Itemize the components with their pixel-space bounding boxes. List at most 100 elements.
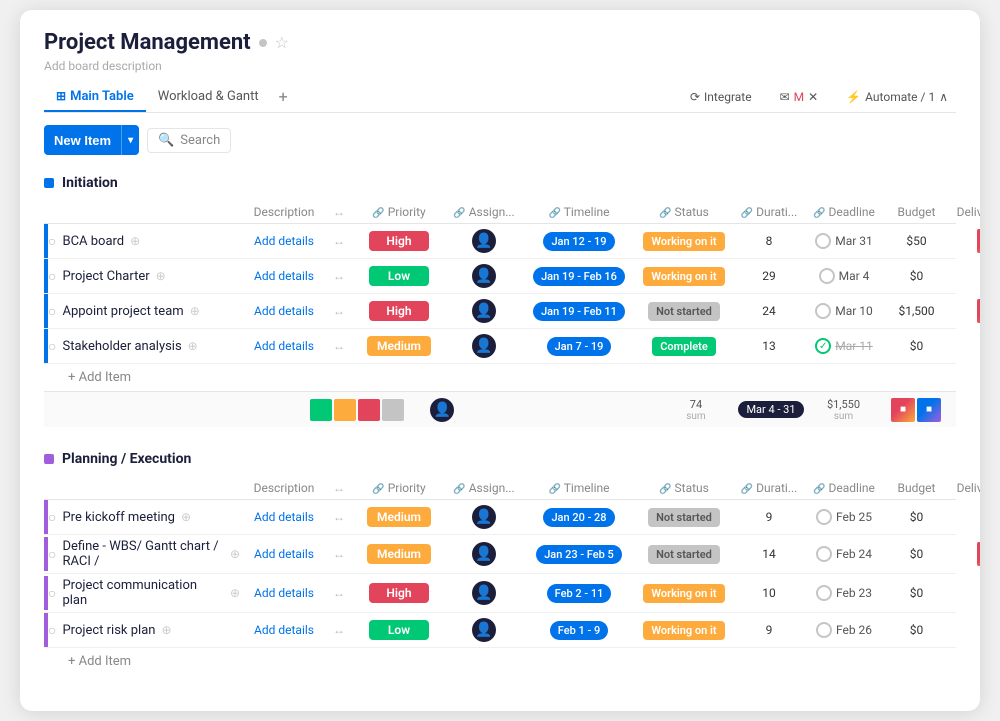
star-icon[interactable]: ☆ — [275, 33, 289, 52]
row-timeline[interactable]: Jan 12 - 19 — [524, 229, 634, 254]
row-timeline[interactable]: Jan 20 - 28 — [524, 505, 634, 530]
row-status[interactable]: Not started — [634, 299, 734, 324]
row-desc[interactable]: Add details — [244, 336, 324, 356]
row-status[interactable]: Working on it — [634, 581, 734, 606]
row-name: Project Charter — [62, 269, 149, 284]
add-board-desc[interactable]: Add board description — [44, 59, 956, 73]
row-priority[interactable]: High — [354, 580, 444, 606]
row-deadline[interactable]: Mar 4 — [804, 265, 884, 287]
col-header-desc: Description — [244, 205, 324, 219]
new-item-button[interactable]: New Item ▾ — [44, 125, 139, 155]
row-desc[interactable]: Add details — [244, 583, 324, 603]
row-expand-icon[interactable]: ○ — [48, 622, 56, 639]
row-timeline[interactable]: Feb 2 - 11 — [524, 581, 634, 606]
col-header-deadline: 🔗 Deadline — [804, 205, 884, 219]
tab-add-button[interactable]: + — [271, 81, 296, 112]
row-status[interactable]: Working on it — [634, 618, 734, 643]
row-add-icon[interactable]: ⊕ — [156, 269, 166, 283]
row-deadline[interactable]: ✓Mar 11 — [804, 335, 884, 357]
avatar: 👤 — [472, 581, 496, 605]
timeline-badge: Jan 23 - Feb 5 — [536, 545, 622, 564]
row-desc[interactable]: Add details — [244, 620, 324, 640]
row-desc[interactable]: Add details — [244, 301, 324, 321]
row-priority[interactable]: Medium — [354, 504, 444, 530]
integrate-button[interactable]: ⟳ Integrate — [682, 86, 760, 108]
row-timeline[interactable]: Jan 7 - 19 — [524, 334, 634, 359]
row-timeline[interactable]: Jan 23 - Feb 5 — [524, 542, 634, 567]
row-assignee[interactable]: 👤 — [444, 539, 524, 569]
deliverable-thumbnail: ■ — [977, 299, 980, 323]
row-deadline[interactable]: Feb 23 — [804, 582, 884, 604]
col-header-priority: 🔗 Priority — [354, 205, 444, 219]
deadline-circle-icon — [816, 622, 832, 638]
row-deadline[interactable]: Feb 25 — [804, 506, 884, 528]
row-add-icon[interactable]: ⊕ — [181, 510, 191, 524]
tab-main-table[interactable]: ⊞ Main Table — [44, 83, 146, 112]
row-deadline[interactable]: Mar 31 — [804, 230, 884, 252]
row-add-icon[interactable]: ⊕ — [230, 586, 240, 600]
row-desc[interactable]: Add details — [244, 544, 324, 564]
row-assignee[interactable]: 👤 — [444, 261, 524, 291]
search-box[interactable]: 🔍 Search — [147, 128, 231, 153]
add-item-row[interactable]: + Add Item — [44, 648, 956, 675]
row-name: BCA board — [62, 234, 124, 249]
row-status[interactable]: Working on it — [634, 264, 734, 289]
row-expand-icon[interactable]: ○ — [48, 338, 56, 355]
row-expand-icon[interactable]: ○ — [48, 585, 56, 602]
summary-budget: $1,550 sum — [811, 395, 876, 425]
tab-workload-gantt[interactable]: Workload & Gantt — [146, 83, 271, 110]
row-expand-icon[interactable]: ○ — [48, 546, 56, 563]
row-deadline[interactable]: Feb 24 — [804, 543, 884, 565]
new-item-dropdown-arrow[interactable]: ▾ — [122, 125, 139, 155]
row-status[interactable]: Not started — [634, 505, 734, 530]
row-priority[interactable]: Low — [354, 263, 444, 289]
page-title: Project Management — [44, 30, 251, 55]
row-add-icon[interactable]: ⊕ — [188, 339, 198, 353]
row-desc[interactable]: Add details — [244, 507, 324, 527]
row-assignee[interactable]: 👤 — [444, 331, 524, 361]
row-name-cell: ○ Pre kickoff meeting ⊕ — [48, 505, 244, 530]
row-expand-icon[interactable]: ○ — [48, 509, 56, 526]
row-priority[interactable]: Medium — [354, 541, 444, 567]
add-item-row[interactable]: + Add Item — [44, 364, 956, 391]
row-timeline[interactable]: Jan 19 - Feb 16 — [524, 264, 634, 289]
automate-button[interactable]: ⚡ Automate / 1 ∧ — [838, 86, 956, 108]
row-expand-icon[interactable]: ○ — [48, 268, 56, 285]
row-budget: $0 — [884, 544, 949, 564]
row-budget: $1,500 — [884, 301, 949, 321]
mail-icons[interactable]: ✉ M ✕ — [772, 86, 827, 108]
row-timeline[interactable]: Feb 1 - 9 — [524, 618, 634, 643]
deliverable-thumbnail: ■ — [977, 542, 980, 566]
deadline-value: Feb 23 — [836, 586, 872, 600]
row-priority[interactable]: Medium — [354, 333, 444, 359]
row-assignee[interactable]: 👤 — [444, 296, 524, 326]
row-assignee[interactable]: 👤 — [444, 615, 524, 645]
row-priority[interactable]: Low — [354, 617, 444, 643]
row-expand-icon[interactable]: ○ — [48, 233, 56, 250]
row-deadline[interactable]: Feb 26 — [804, 619, 884, 641]
row-add-icon[interactable]: ⊕ — [130, 234, 140, 248]
row-assignee[interactable]: 👤 — [444, 578, 524, 608]
row-add-icon[interactable]: ⊕ — [230, 547, 240, 561]
row-desc[interactable]: Add details — [244, 266, 324, 286]
row-status[interactable]: Not started — [634, 542, 734, 567]
row-add-icon[interactable]: ⊕ — [190, 304, 200, 318]
row-assignee[interactable]: 👤 — [444, 502, 524, 532]
row-duration: 14 — [734, 544, 804, 564]
row-priority[interactable]: High — [354, 228, 444, 254]
col-header-desc: Description — [244, 481, 324, 495]
row-timeline[interactable]: Jan 19 - Feb 11 — [524, 299, 634, 324]
row-expand-icon[interactable]: ○ — [48, 303, 56, 320]
row-name: Pre kickoff meeting — [62, 510, 175, 525]
row-priority[interactable]: High — [354, 298, 444, 324]
row-duration: 8 — [734, 231, 804, 251]
row-assignee[interactable]: 👤 — [444, 226, 524, 256]
deadline-value: Feb 24 — [836, 547, 872, 561]
row-desc[interactable]: Add details — [244, 231, 324, 251]
row-status[interactable]: Complete — [634, 334, 734, 359]
table-row: ○ Project Charter ⊕ Add details ↔ Low 👤 … — [44, 259, 956, 294]
row-add-icon[interactable]: ⊕ — [161, 623, 171, 637]
row-name-cell: ○ Define - WBS/ Gantt chart / RACI / ⊕ — [48, 535, 244, 573]
row-status[interactable]: Working on it — [634, 229, 734, 254]
row-deadline[interactable]: Mar 10 — [804, 300, 884, 322]
